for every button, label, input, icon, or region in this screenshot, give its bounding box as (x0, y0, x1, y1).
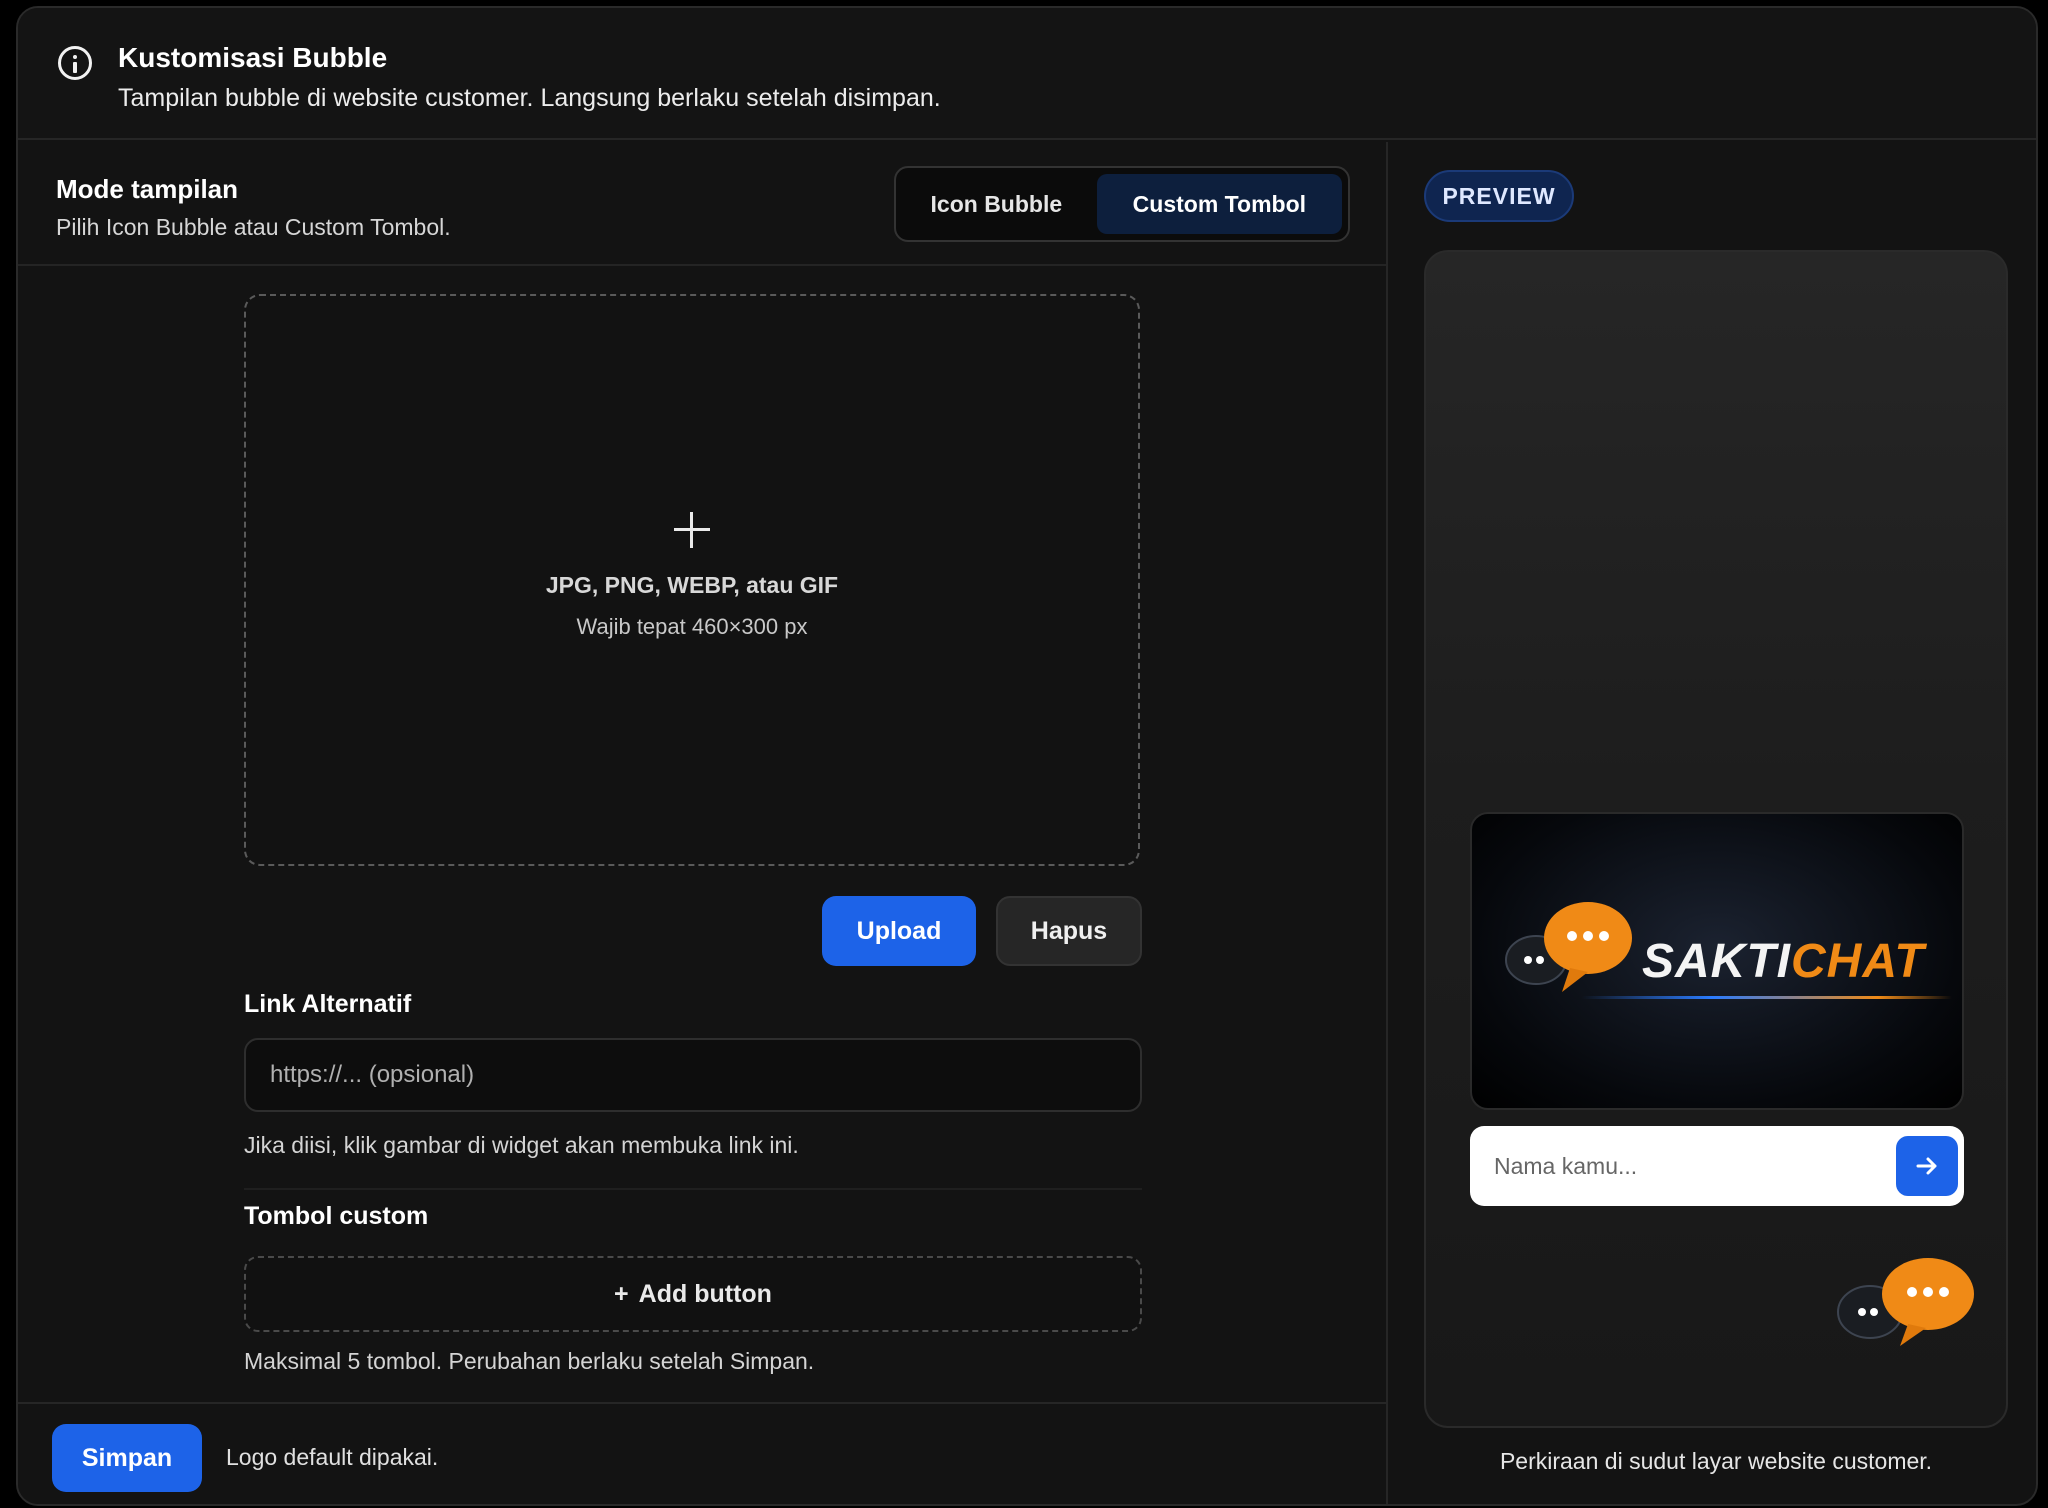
page-subtitle: Tampilan bubble di website customer. Lan… (118, 84, 941, 112)
bubble-customization-card: Kustomisasi Bubble Tampilan bubble di we… (16, 6, 2038, 1506)
add-button[interactable]: + Add button (244, 1256, 1142, 1332)
chat-bubble-icon (1505, 902, 1632, 992)
add-plus-glyph: + (614, 1279, 629, 1308)
section-divider (244, 1188, 1142, 1190)
mode-option-custom-tombol[interactable]: Custom Tombol (1096, 174, 1342, 234)
brand-part-chat: CHAT (1791, 935, 1925, 988)
hapus-button[interactable]: Hapus (996, 896, 1142, 966)
page-title: Kustomisasi Bubble (118, 42, 388, 73)
image-dropzone[interactable]: JPG, PNG, WEBP, atau GIF Wajib tepat 460… (244, 294, 1140, 866)
preview-panel: PREVIEW SAKTICHAT Nama kamu... Perkiraan… (1390, 142, 2036, 1504)
send-button[interactable] (1896, 1136, 1958, 1196)
preview-stage: SAKTICHAT (1424, 250, 2008, 1428)
mode-label: Mode tampilan (56, 174, 239, 204)
mode-description: Pilih Icon Bubble atau Custom Tombol. (56, 214, 451, 240)
save-status: Logo default dipakai. (226, 1444, 439, 1470)
arrow-right-icon (1916, 1157, 1937, 1175)
add-button-label: Add button (638, 1279, 772, 1308)
mode-row: Mode tampilan Pilih Icon Bubble atau Cus… (18, 142, 1386, 266)
plus-icon (674, 512, 710, 548)
dropzone-formats: JPG, PNG, WEBP, atau GIF (545, 572, 839, 598)
mode-segmented-control: Icon Bubble Custom Tombol (894, 166, 1350, 242)
brand-underline (1582, 996, 1952, 999)
settings-panel: Mode tampilan Pilih Icon Bubble atau Cus… (18, 142, 1388, 1504)
footer-bar: Simpan Logo default dipakai. (18, 1402, 1386, 1504)
chat-launcher-icon[interactable] (1830, 1254, 1980, 1354)
preview-banner-image[interactable]: SAKTICHAT (1470, 812, 1964, 1110)
brand-part-sakti: SAKTI (1642, 935, 1791, 988)
mode-option-icon-bubble[interactable]: Icon Bubble (902, 174, 1091, 234)
save-button[interactable]: Simpan (52, 1424, 202, 1492)
upload-button[interactable]: Upload (822, 896, 976, 966)
link-alternatif-input[interactable] (244, 1038, 1142, 1112)
info-icon (58, 46, 92, 80)
link-alternatif-label: Link Alternatif (244, 990, 412, 1018)
link-alternatif-help: Jika diisi, klik gambar di widget akan m… (244, 1132, 799, 1158)
brand-wordmark: SAKTICHAT (1642, 934, 1925, 989)
preview-badge: PREVIEW (1424, 170, 1574, 222)
tombol-custom-help: Maksimal 5 tombol. Perubahan berlaku set… (244, 1348, 815, 1374)
tombol-custom-label: Tombol custom (244, 1202, 429, 1230)
preview-name-field (1470, 1126, 1964, 1206)
card-header: Kustomisasi Bubble Tampilan bubble di we… (18, 8, 2036, 140)
name-input[interactable] (1470, 1126, 1890, 1206)
dropzone-size-hint: Wajib tepat 460×300 px (576, 614, 808, 639)
preview-caption: Perkiraan di sudut layar website custome… (1499, 1448, 1933, 1474)
